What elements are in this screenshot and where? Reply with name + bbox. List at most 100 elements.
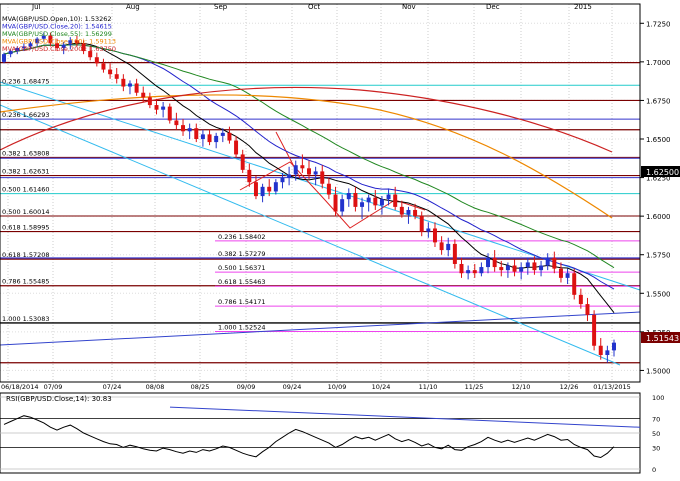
- candle-body-56: [373, 197, 378, 206]
- candle-body-75: [499, 267, 504, 271]
- candle-body-19: [127, 83, 132, 87]
- date-tick-8: 10/24: [372, 383, 391, 391]
- legend-entry-4: MVA(GBP/USD.Close,200): 1.63750: [2, 45, 116, 53]
- date-tick-5: 09/09: [237, 383, 256, 391]
- candle-body-58: [386, 194, 391, 200]
- candle-body-85: [565, 273, 570, 278]
- rsi-tick-4: 0: [652, 466, 656, 474]
- candle-body-71: [472, 270, 477, 274]
- candle-body-42: [280, 177, 285, 183]
- candle-body-89: [592, 314, 597, 346]
- fib-label-3: 0.382 1.62631: [2, 168, 50, 176]
- candle-body-66: [439, 242, 444, 251]
- candle-body-32: [214, 135, 219, 143]
- candle-body-20: [134, 83, 139, 93]
- fib-label-2: 0.382 1.63808: [2, 149, 50, 157]
- month-label-2: Sep: [214, 3, 228, 11]
- price-marker-1-text: 1.62500: [646, 168, 679, 177]
- candle-body-83: [552, 257, 557, 269]
- fib-label-14: 1.000 1.52524: [218, 324, 266, 332]
- candle-body-35: [234, 140, 239, 155]
- candle-body-18: [121, 78, 126, 87]
- candle-body-45: [300, 165, 305, 169]
- candle-body-63: [419, 216, 424, 232]
- rsi-tick-1: 70: [652, 416, 660, 424]
- fib-label-12: 0.618 1.55463: [218, 278, 266, 286]
- candle-body-65: [432, 228, 437, 243]
- fib-label-11: 0.500 1.56371: [218, 264, 266, 272]
- chart-canvas: 0.236 1.68475 0.236 1.66293 0.382 1.63808 0…: [0, 0, 680, 477]
- candle-body-46: [307, 168, 311, 175]
- candle-body-79: [525, 262, 530, 268]
- candle-body-61: [406, 209, 411, 215]
- candle-body-90: [598, 345, 603, 355]
- rsi-tick-2: 50: [652, 430, 660, 438]
- candle-body-22: [147, 97, 152, 106]
- candle-body-38: [253, 182, 258, 197]
- candle-body-31: [207, 134, 212, 143]
- price-tick-0: 1.7250: [646, 20, 671, 28]
- price-tick-2: 1.6750: [646, 97, 671, 105]
- candle-body-36: [240, 154, 245, 170]
- candle-body-84: [558, 268, 563, 278]
- fib-label-13: 0.786 1.54171: [218, 298, 266, 306]
- candle-body-73: [486, 257, 491, 268]
- candle-body-28: [187, 128, 192, 132]
- candle-body-76: [505, 265, 510, 271]
- fib-label-0: 0.236 1.68475: [2, 77, 50, 85]
- candle-body-21: [141, 92, 146, 98]
- rsi-tick-0: 100: [652, 394, 664, 402]
- date-tick-3: 08/08: [146, 383, 165, 391]
- date-tick-13: 01/13/2015: [593, 383, 630, 391]
- price-tick-1: 1.7000: [646, 59, 671, 67]
- candle-body-70: [466, 270, 471, 274]
- candle-body-23: [154, 105, 159, 110]
- candle-body-24: [161, 106, 166, 110]
- candle-body-41: [273, 182, 278, 192]
- month-label-5: Dec: [486, 3, 500, 11]
- candle-body-68: [452, 243, 457, 264]
- candle-body-69: [459, 263, 464, 274]
- candle-body-91: [605, 350, 610, 355]
- candle-body-14: [94, 57, 99, 64]
- fib-label-10: 0.382 1.57279: [218, 250, 266, 258]
- month-label-1: Aug: [126, 3, 140, 11]
- month-label-6: 2015: [574, 3, 592, 11]
- fib-label-15: 1.000 1.53083: [2, 315, 50, 323]
- candle-body-67: [446, 243, 451, 251]
- candle-body-77: [512, 265, 517, 272]
- candle-body-92: [612, 342, 616, 351]
- candle-body-17: [114, 74, 119, 79]
- forex-chart: 0.236 1.68475 0.236 1.66293 0.382 1.63808 0…: [0, 0, 680, 477]
- candle-body-16: [108, 69, 113, 75]
- fib-label-5: 0.500 1.60014: [2, 208, 50, 216]
- candle-body-0: [2, 54, 6, 62]
- month-label-0: Jul: [31, 3, 41, 11]
- month-label-4: Nov: [402, 3, 416, 11]
- candle-body-37: [247, 169, 252, 183]
- candle-body-27: [181, 125, 186, 132]
- legend: MVA(GBP/USD.Open,10): 1.53262MVA(GBP/USD…: [2, 15, 116, 53]
- candle-body-88: [585, 304, 590, 315]
- fib-label-1: 0.236 1.66293: [2, 111, 50, 119]
- candle-body-72: [479, 267, 484, 274]
- candle-body-53: [353, 193, 358, 207]
- candle-body-74: [492, 257, 497, 268]
- date-tick-1: 07/09: [44, 383, 63, 391]
- date-tick-12: 12/26: [560, 383, 579, 391]
- candle-body-44: [293, 165, 298, 175]
- fib-label-7: 0.618 1.57208: [2, 251, 50, 259]
- candle-body-49: [326, 183, 331, 195]
- date-tick-10: 11/25: [465, 383, 484, 391]
- rsi-label: RSI(GBP/USD.Close,14): 30.83: [6, 395, 112, 403]
- candle-body-47: [313, 171, 318, 175]
- price-tick-9: 1.5000: [646, 367, 671, 375]
- candle-body-50: [333, 194, 338, 212]
- candle-body-40: [267, 186, 272, 192]
- candle-body-57: [379, 199, 384, 206]
- candle-body-60: [399, 206, 404, 215]
- candle-body-15: [101, 63, 106, 70]
- candle-body-86: [572, 273, 577, 295]
- candle-body-33: [220, 132, 225, 136]
- candle-body-29: [194, 128, 199, 139]
